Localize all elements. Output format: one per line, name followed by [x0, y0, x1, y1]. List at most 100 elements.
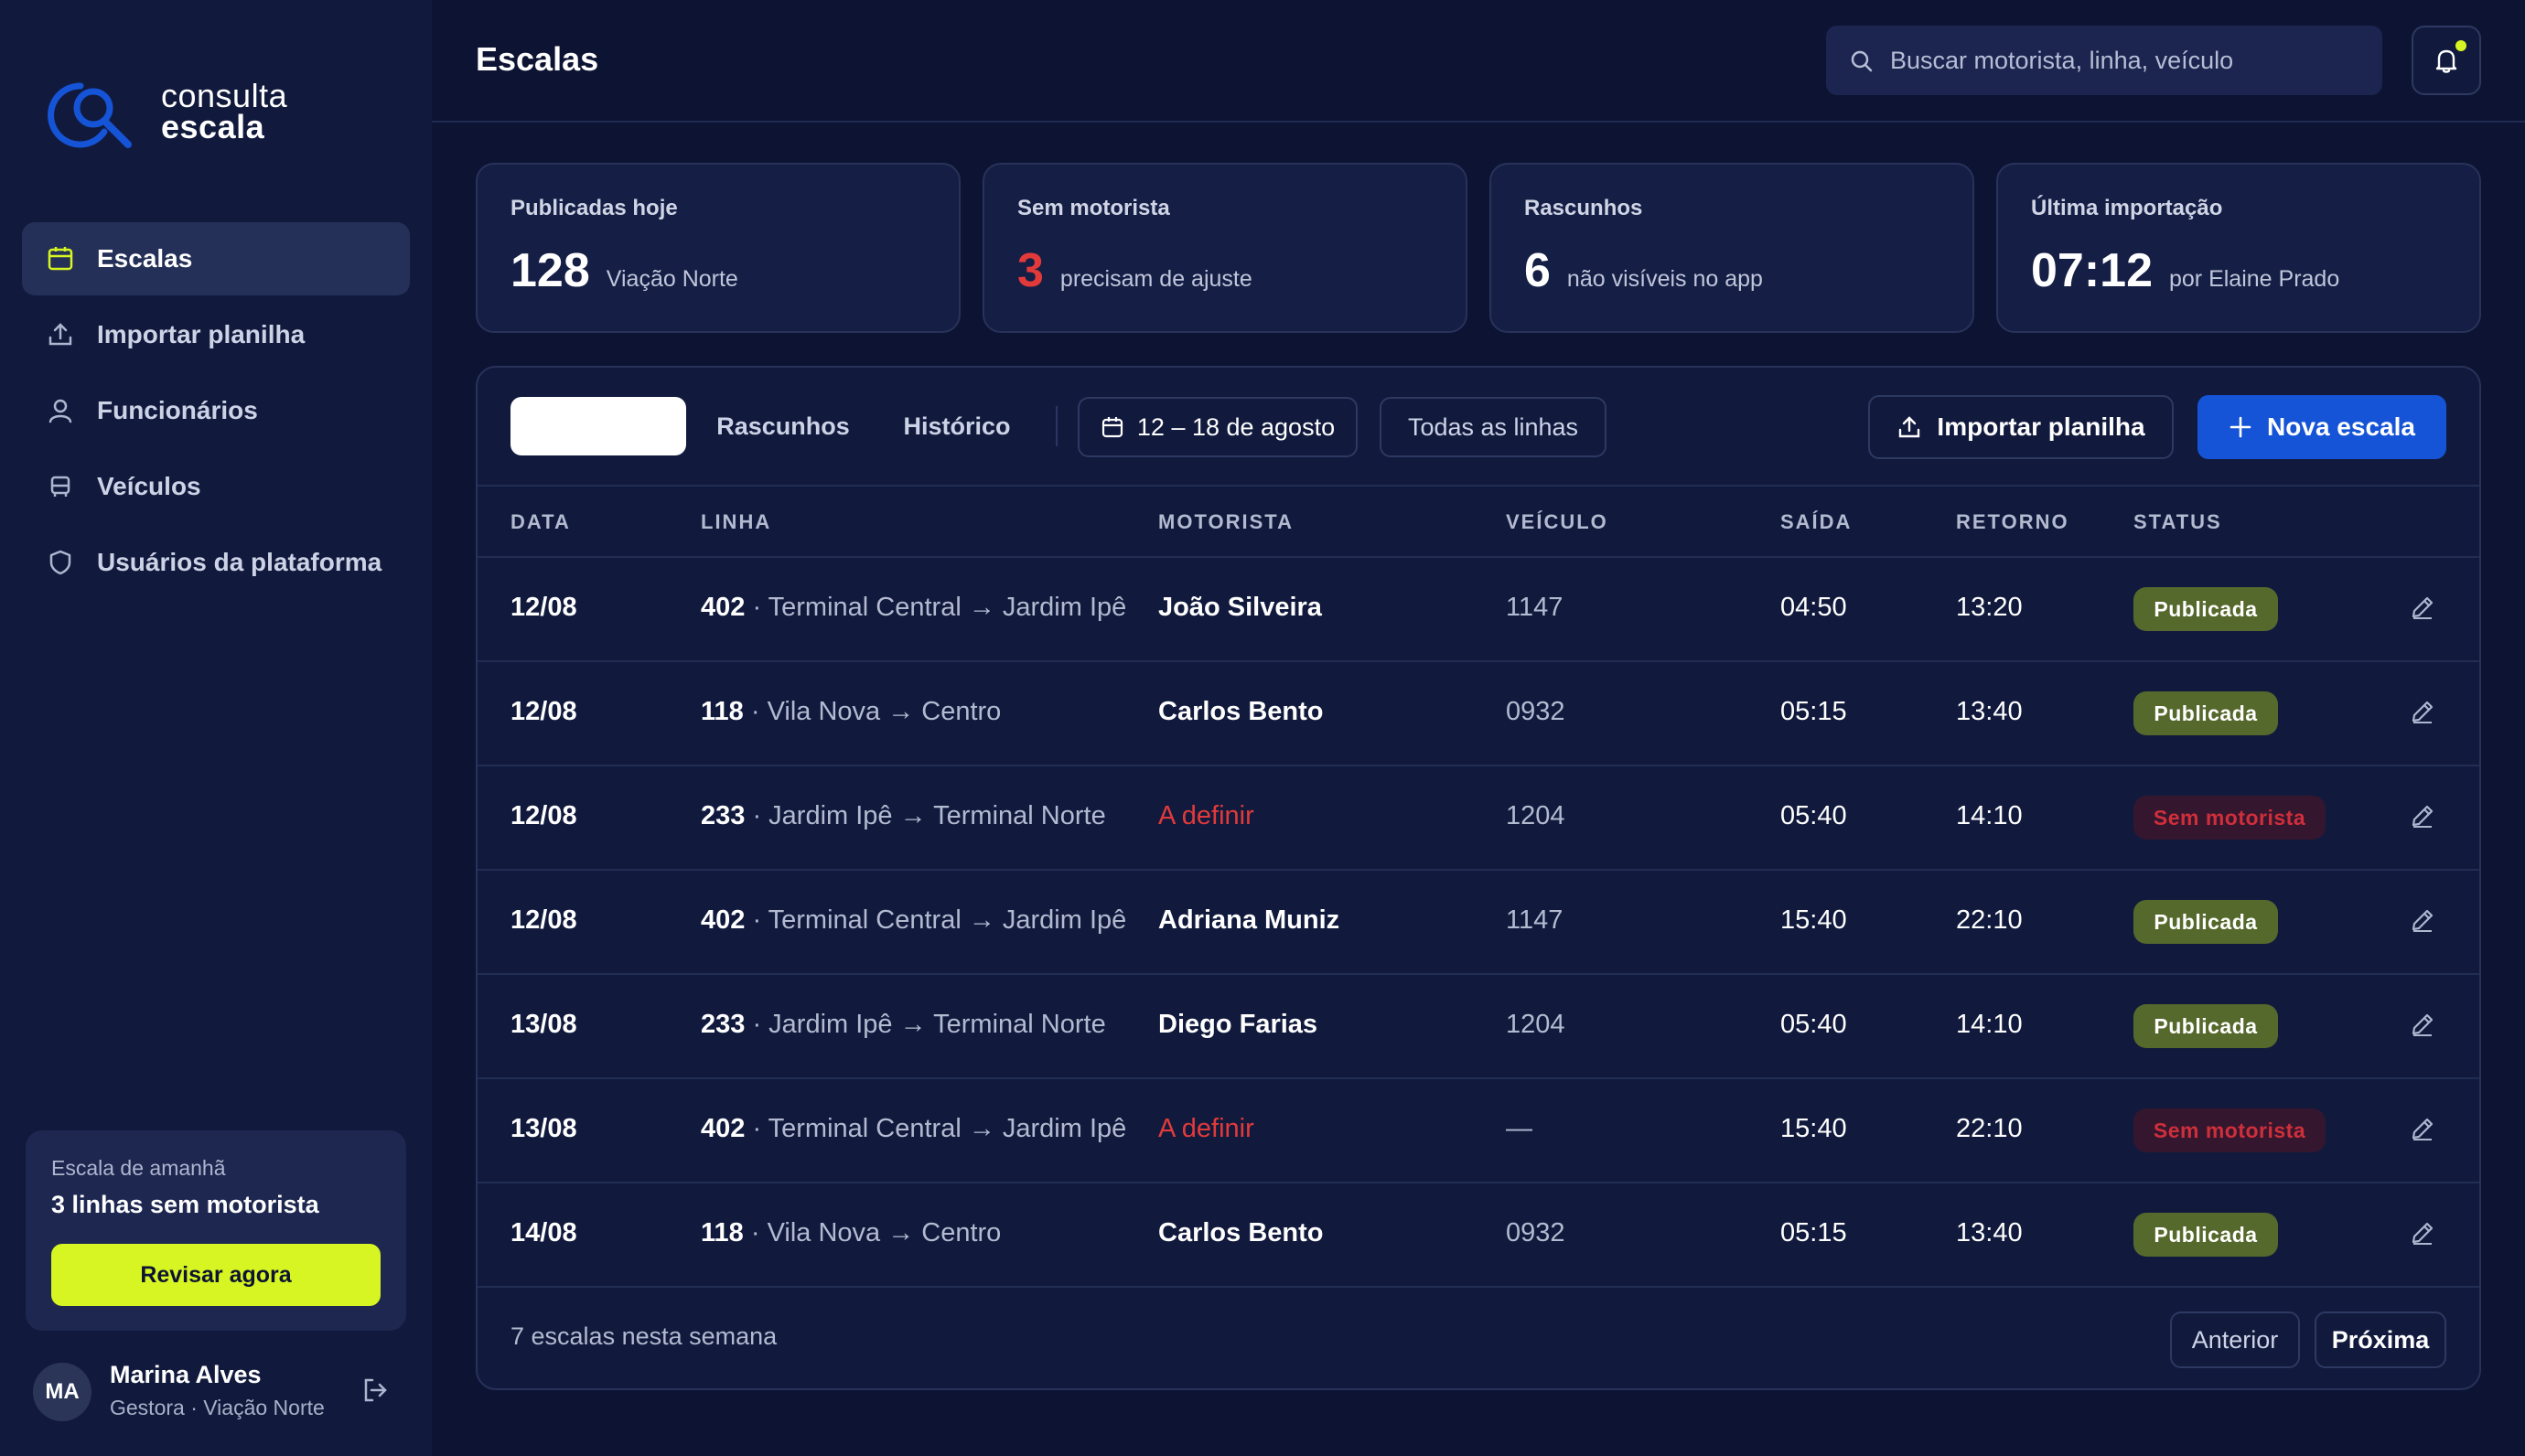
promo-title: 3 linhas sem motorista: [51, 1191, 319, 1218]
notifications-button[interactable]: [2412, 26, 2481, 95]
top-header: Escalas: [432, 0, 2525, 123]
stat-label: Rascunhos: [1524, 196, 1643, 220]
bus-icon: [44, 470, 77, 503]
import-button-label: Importar planilha: [1937, 412, 2145, 441]
table-row[interactable]: 12/08 402 · Terminal Central → Jardim Ip…: [478, 558, 2479, 662]
row-departure: 05:15: [1780, 1218, 1847, 1247]
sidebar-item-importar[interactable]: Importar planilha: [22, 298, 410, 371]
sidebar-item-veiculos[interactable]: Veículos: [22, 450, 410, 523]
line-number: 402: [701, 905, 746, 935]
table-row[interactable]: 14/08 118 · Vila Nova → Centro Carlos Be…: [478, 1183, 2479, 1288]
stat-card-drafts: Rascunhos 6 não visíveis no app: [1489, 163, 1974, 333]
row-line: 118 · Vila Nova → Centro: [701, 1218, 1001, 1248]
col-data[interactable]: DATA: [510, 510, 571, 534]
col-status[interactable]: STATUS: [2133, 510, 2222, 534]
tab-publicadas[interactable]: Publicadas: [510, 397, 686, 455]
edit-icon[interactable]: [2408, 801, 2437, 835]
stat-value: 07:12: [2031, 244, 2153, 297]
sidebar-item-funcionarios[interactable]: Funcionários: [22, 374, 410, 447]
edit-icon[interactable]: [2408, 593, 2437, 626]
row-driver: A definir: [1158, 801, 1254, 830]
row-driver: Carlos Bento: [1158, 1218, 1324, 1247]
brand-logo[interactable]: consulta escala: [44, 71, 392, 163]
notification-dot: [2455, 40, 2466, 51]
stat-sub: precisam de ajuste: [1059, 266, 1252, 292]
date-range-filter[interactable]: 12 – 18 de agosto: [1078, 397, 1358, 457]
user-icon: [44, 394, 77, 427]
date-range-label: 12 – 18 de agosto: [1136, 412, 1336, 441]
previous-page-button[interactable]: Anterior: [2170, 1311, 2300, 1368]
search-input[interactable]: [1890, 26, 2366, 95]
row-return: 13:40: [1956, 1218, 2023, 1247]
new-button-label: Nova escala: [2267, 412, 2415, 441]
row-vehicle: —: [1506, 1114, 1532, 1143]
col-linha[interactable]: LINHA: [701, 510, 771, 534]
sidebar-item-escalas[interactable]: Escalas: [22, 222, 410, 295]
sidebar-item-label: Usuários da plataforma: [97, 548, 382, 576]
user-role: Gestora · Viação Norte: [110, 1396, 325, 1419]
table-row[interactable]: 13/08 233 · Jardim Ipê → Terminal Norte …: [478, 975, 2479, 1079]
upload-icon: [44, 318, 77, 351]
review-now-button[interactable]: Revisar agora: [51, 1244, 381, 1306]
line-route: · Terminal Central → Jardim Ipê: [745, 905, 1127, 935]
import-spreadsheet-button[interactable]: Importar planilha: [1868, 395, 2174, 459]
table-row[interactable]: 13/08 402 · Terminal Central → Jardim Ip…: [478, 1079, 2479, 1183]
calendar-icon: [44, 242, 77, 275]
line-route: · Terminal Central → Jardim Ipê: [745, 593, 1127, 622]
search-box[interactable]: [1826, 26, 2382, 95]
col-saida[interactable]: SAÍDA: [1780, 510, 1852, 534]
tab-rascunhos[interactable]: Rascunhos: [701, 397, 865, 455]
edit-icon[interactable]: [2408, 905, 2437, 939]
col-veiculo[interactable]: VEÍCULO: [1506, 510, 1608, 534]
row-return: 22:10: [1956, 1114, 2023, 1143]
sidebar-item-usuarios[interactable]: Usuários da plataforma: [22, 526, 410, 599]
row-line: 233 · Jardim Ipê → Terminal Norte: [701, 1010, 1106, 1040]
line-number: 118: [701, 697, 744, 726]
table-row[interactable]: 12/08 118 · Vila Nova → Centro Carlos Be…: [478, 662, 2479, 766]
search-icon: [1851, 50, 1873, 72]
line-number: 118: [701, 1218, 744, 1247]
row-departure: 04:50: [1780, 593, 1847, 622]
row-driver: Carlos Bento: [1158, 697, 1324, 726]
row-vehicle: 1204: [1506, 1010, 1565, 1039]
row-return: 14:10: [1956, 1010, 2023, 1039]
logout-icon[interactable]: [360, 1376, 390, 1409]
row-date: 13/08: [510, 1010, 577, 1039]
user-profile[interactable]: MA Marina Alves Gestora · Viação Norte: [33, 1357, 399, 1430]
stat-sub: por Elaine Prado: [2169, 266, 2340, 292]
promo-card: Escala de amanhã 3 linhas sem motorista …: [26, 1130, 406, 1331]
status-badge: Publicada: [2133, 1213, 2278, 1257]
col-retorno[interactable]: RETORNO: [1956, 510, 2069, 534]
schedules-count: 7 escalas nesta semana: [510, 1322, 778, 1350]
col-motorista[interactable]: MOTORISTA: [1158, 510, 1294, 534]
sidebar-nav: Escalas Importar planilha Funcionários V…: [22, 222, 410, 602]
row-departure: 15:40: [1780, 1114, 1847, 1143]
row-driver: A definir: [1158, 1114, 1254, 1143]
edit-icon[interactable]: [2408, 697, 2437, 731]
sidebar: consulta escala Escalas Importar planilh…: [0, 0, 432, 1456]
status-badge: Sem motorista: [2133, 796, 2326, 840]
row-return: 13:40: [1956, 697, 2023, 726]
avatar: MA: [33, 1363, 91, 1421]
lines-filter[interactable]: Todas as linhas: [1380, 397, 1606, 457]
row-departure: 05:40: [1780, 801, 1847, 830]
row-vehicle: 1147: [1506, 593, 1563, 622]
row-driver: João Silveira: [1158, 593, 1322, 622]
edit-icon[interactable]: [2408, 1218, 2437, 1252]
table-row[interactable]: 12/08 402 · Terminal Central → Jardim Ip…: [478, 871, 2479, 975]
row-line: 233 · Jardim Ipê → Terminal Norte: [701, 801, 1106, 831]
edit-icon[interactable]: [2408, 1114, 2437, 1148]
table-row[interactable]: 12/08 233 · Jardim Ipê → Terminal Norte …: [478, 766, 2479, 871]
plus-icon: [2230, 416, 2251, 438]
row-driver: Adriana Muniz: [1158, 905, 1340, 935]
row-line: 402 · Terminal Central → Jardim Ipê: [701, 1114, 1126, 1144]
new-schedule-button[interactable]: Nova escala: [2197, 395, 2446, 459]
next-page-button[interactable]: Próxima: [2315, 1311, 2446, 1368]
tab-historico[interactable]: Histórico: [876, 397, 1037, 455]
line-number: 402: [701, 1114, 746, 1143]
row-vehicle: 1147: [1506, 905, 1563, 935]
sidebar-item-label: Importar planilha: [97, 320, 306, 348]
edit-icon[interactable]: [2408, 1010, 2437, 1044]
stat-label: Publicadas hoje: [510, 196, 678, 220]
status-badge: Sem motorista: [2133, 1108, 2326, 1152]
